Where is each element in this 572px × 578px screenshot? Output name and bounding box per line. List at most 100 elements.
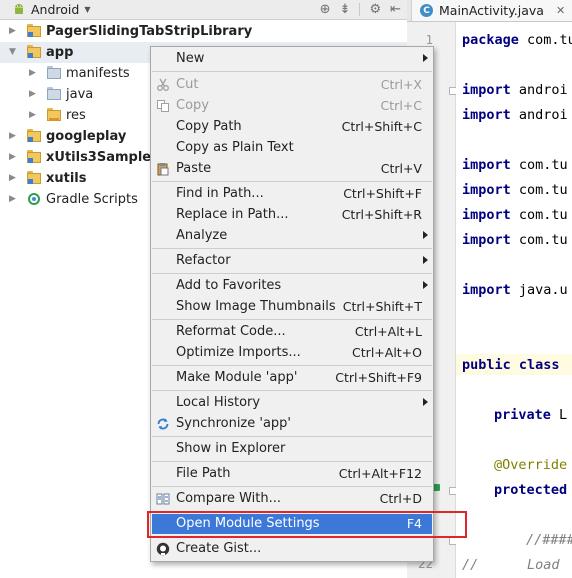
expand-arrow-icon[interactable]: ▶ [29, 63, 39, 84]
view-dropdown-arrow-icon[interactable]: ▼ [84, 5, 90, 14]
expand-arrow-icon[interactable]: ▶ [9, 189, 19, 210]
menu-separator [152, 248, 432, 249]
menu-item-show-in-explorer[interactable]: Show in Explorer [152, 439, 432, 459]
menu-separator [152, 71, 432, 72]
folder-icon [47, 87, 61, 100]
code-line: protected [494, 482, 567, 498]
line-number: 1 [425, 32, 433, 47]
menu-item-copy-as-plain-text[interactable]: Copy as Plain Text [152, 138, 432, 158]
code-keyword: import [462, 82, 511, 98]
collapse-arrow-icon[interactable]: ▼ [9, 42, 19, 63]
scroll-from-source-icon[interactable]: ⊕ [320, 3, 331, 16]
code-text: java.u [510, 282, 568, 298]
menu-item-replace-in-path[interactable]: Replace in Path... Ctrl+Shift+R [152, 205, 432, 225]
expand-arrow-icon[interactable]: ▶ [29, 105, 39, 126]
menu-item-shortcut: Ctrl+X [380, 77, 422, 92]
code-text: com.tu [510, 157, 568, 173]
project-view-selector[interactable]: Android ▼ [12, 1, 90, 17]
code-text: com.tu [510, 182, 568, 198]
submenu-arrow-icon [423, 231, 428, 239]
menu-item-compare-with[interactable]: Compare With... Ctrl+D [152, 489, 432, 509]
menu-item-create-gist[interactable]: Create Gist... [152, 539, 432, 559]
tree-item-label: res [66, 108, 86, 123]
tree-item-pagerslidingtabstriplibrary[interactable]: ▶ PagerSlidingTabStripLibrary [0, 21, 407, 42]
annotation-highlight-box [147, 511, 467, 538]
menu-item-label: Optimize Imports... [176, 345, 301, 360]
project-panel-tools: ⊕ ⇟ ⚙ ⇤ [320, 0, 401, 19]
expand-arrow-icon[interactable]: ▶ [9, 168, 19, 189]
menu-item-shortcut: Ctrl+Alt+L [354, 324, 422, 339]
menu-item-label: Cut [176, 77, 199, 92]
compare-icon [156, 493, 170, 505]
module-folder-icon [27, 171, 41, 184]
code-line: import com.tu [462, 157, 568, 173]
tree-item-label: xutils [46, 171, 87, 186]
menu-item-synchronize[interactable]: Synchronize 'app' [152, 414, 432, 434]
collapse-all-icon[interactable]: ⇟ [340, 3, 351, 16]
menu-item-copy-path[interactable]: Copy Path Ctrl+Shift+C [152, 117, 432, 137]
menu-item-shortcut: Ctrl+C [380, 98, 422, 113]
gear-icon[interactable]: ⚙ [369, 3, 381, 16]
gradle-icon [28, 193, 40, 205]
code-line: @Override [494, 457, 567, 473]
submenu-arrow-icon [423, 281, 428, 289]
close-icon[interactable]: ✕ [556, 4, 565, 17]
menu-separator [152, 365, 432, 366]
tab-title: MainActivity.java [439, 3, 544, 18]
code-line: import java.u [462, 282, 568, 298]
menu-separator [152, 390, 432, 391]
override-marker-icon[interactable] [433, 484, 440, 491]
tree-item-label: manifests [66, 66, 130, 81]
toolbar-divider [359, 3, 361, 16]
menu-item-copy[interactable]: Copy Ctrl+C [152, 96, 432, 116]
code-line: import com.tu [462, 232, 568, 248]
code-keyword: import [462, 282, 511, 298]
menu-item-new[interactable]: New [152, 49, 432, 69]
code-annotation: @Override [494, 457, 568, 473]
menu-item-shortcut: Ctrl+Alt+O [352, 345, 422, 360]
menu-item-shortcut: Ctrl+V [380, 161, 422, 176]
code-editor[interactable]: package com.tu import androi import andr… [456, 22, 572, 578]
menu-item-shortcut: Ctrl+Shift+R [341, 207, 422, 222]
scissors-icon [157, 78, 169, 91]
code-line: //#### [526, 532, 572, 548]
java-class-icon: C [420, 4, 433, 17]
hide-panel-icon[interactable]: ⇤ [390, 3, 401, 16]
menu-item-label: Synchronize 'app' [176, 416, 292, 431]
menu-item-add-to-favorites[interactable]: Add to Favorites [152, 276, 432, 296]
context-menu: New Cut Ctrl+X Copy Ctrl+C Copy Path Ctr… [150, 46, 434, 562]
menu-item-shortcut: Ctrl+Shift+F [343, 186, 422, 201]
menu-item-local-history[interactable]: Local History [152, 393, 432, 413]
menu-item-label: Reformat Code... [176, 324, 286, 339]
expand-arrow-icon[interactable]: ▶ [9, 147, 19, 168]
code-keyword: private [494, 407, 551, 423]
code-text: androi [510, 107, 568, 123]
tree-item-label: PagerSlidingTabStripLibrary [46, 24, 253, 39]
expand-arrow-icon[interactable]: ▶ [29, 84, 39, 105]
menu-item-analyze[interactable]: Analyze [152, 226, 432, 246]
code-line: package com.tu [462, 32, 572, 48]
menu-item-find-in-path[interactable]: Find in Path... Ctrl+Shift+F [152, 184, 432, 204]
menu-item-file-path[interactable]: File Path Ctrl+Alt+F12 [152, 464, 432, 484]
menu-item-label: Copy [176, 98, 209, 113]
menu-item-refactor[interactable]: Refactor [152, 251, 432, 271]
menu-item-label: Paste [176, 161, 212, 176]
code-keyword: import [462, 157, 511, 173]
expand-arrow-icon[interactable]: ▶ [9, 126, 19, 147]
expand-arrow-icon[interactable]: ▶ [9, 21, 19, 42]
code-keyword: import [462, 232, 511, 248]
menu-item-optimize-imports[interactable]: Optimize Imports... Ctrl+Alt+O [152, 343, 432, 363]
menu-item-reformat-code[interactable]: Reformat Code... Ctrl+Alt+L [152, 322, 432, 342]
menu-item-cut[interactable]: Cut Ctrl+X [152, 75, 432, 95]
menu-item-show-image-thumbnails[interactable]: Show Image Thumbnails Ctrl+Shift+T [152, 297, 432, 317]
menu-item-label: Analyze [176, 228, 228, 243]
menu-item-make-module[interactable]: Make Module 'app' Ctrl+Shift+F9 [152, 368, 432, 388]
menu-item-label: Find in Path... [176, 186, 264, 201]
menu-item-label: Refactor [176, 253, 231, 268]
menu-item-paste[interactable]: Paste Ctrl+V [152, 159, 432, 179]
editor-tab-mainactivity[interactable]: C MainActivity.java ✕ [411, 0, 572, 21]
code-line: import com.tu [462, 182, 568, 198]
project-view-label: Android [31, 1, 80, 17]
menu-separator [152, 273, 432, 274]
code-line: // Load [462, 557, 560, 573]
